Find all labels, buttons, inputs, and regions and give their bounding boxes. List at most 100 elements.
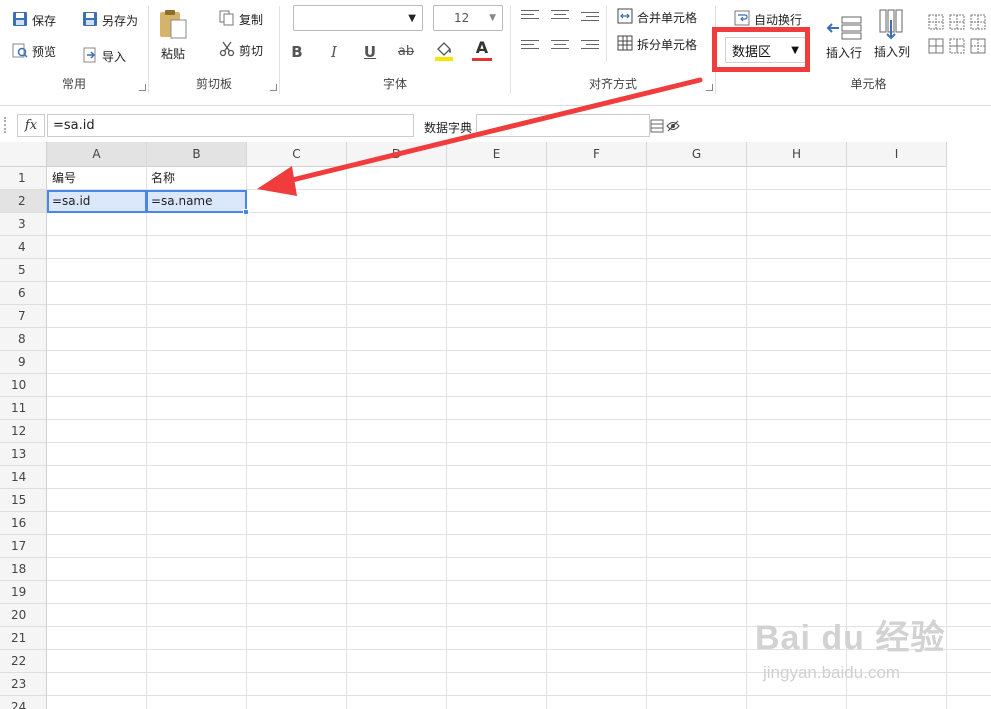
align-top-left-icon[interactable] xyxy=(521,10,539,24)
italic-button[interactable]: I xyxy=(324,43,344,61)
insert-column-button[interactable]: 插入列 xyxy=(874,8,910,60)
save-button[interactable]: 保存 xyxy=(12,11,56,30)
fx-icon[interactable]: fx xyxy=(17,114,45,137)
row-header-7[interactable]: 7 xyxy=(0,305,47,328)
row-header-18[interactable]: 18 xyxy=(0,558,47,581)
strikethrough-button[interactable]: ab xyxy=(396,44,416,59)
split-cells-label: 拆分单元格 xyxy=(637,38,698,52)
row-header-10[interactable]: 10 xyxy=(0,374,47,397)
row-header-8[interactable]: 8 xyxy=(0,328,47,351)
grid-hline xyxy=(47,511,991,512)
align-center-icon[interactable] xyxy=(551,40,569,54)
eye-icon[interactable] xyxy=(666,120,680,135)
column-header-f[interactable]: F xyxy=(547,142,647,167)
row-header-17[interactable]: 17 xyxy=(0,535,47,558)
grid-hline xyxy=(47,695,991,696)
group-align-expand-icon[interactable] xyxy=(706,84,713,91)
align-top-right-icon[interactable] xyxy=(581,12,599,26)
data-dictionary-input[interactable] xyxy=(476,114,650,137)
row-header-24[interactable]: 24 xyxy=(0,696,47,709)
align-left-icon[interactable] xyxy=(521,40,539,54)
row-header-21[interactable]: 21 xyxy=(0,627,47,650)
bold-button[interactable]: B xyxy=(287,43,307,61)
font-color-swatch xyxy=(472,58,492,61)
cell-B1[interactable]: 名称 xyxy=(147,167,246,190)
column-header-i[interactable]: I xyxy=(847,142,947,167)
row-header-1[interactable]: 1 xyxy=(0,167,47,190)
align-right-icon[interactable] xyxy=(581,40,599,54)
list-icon[interactable] xyxy=(650,119,664,136)
grid-vline xyxy=(746,167,747,709)
column-header-a[interactable]: A xyxy=(47,142,147,167)
font-family-select[interactable]: ▼ xyxy=(293,5,423,31)
row-header-9[interactable]: 9 xyxy=(0,351,47,374)
row-header-22[interactable]: 22 xyxy=(0,650,47,673)
grid-vline xyxy=(146,167,147,709)
preview-label: 预览 xyxy=(32,45,57,59)
row-header-14[interactable]: 14 xyxy=(0,466,47,489)
row-header-23[interactable]: 23 xyxy=(0,673,47,696)
watermark-brand: Bai du 经验 xyxy=(755,619,946,657)
preview-icon xyxy=(12,42,28,61)
grip-handle[interactable] xyxy=(4,117,7,133)
paste-button[interactable]: 粘贴 xyxy=(157,8,189,62)
watermark-url: jingyan.baidu.com xyxy=(763,663,901,682)
insert-column-label: 插入列 xyxy=(874,45,911,59)
row-header-4[interactable]: 4 xyxy=(0,236,47,259)
copy-button[interactable]: 复制 xyxy=(219,10,263,29)
font-size-select[interactable]: 12 ▼ xyxy=(433,5,503,31)
group-align: 合并单元格 拆分单元格 对齐方式 xyxy=(511,0,715,100)
grid-vline xyxy=(646,167,647,709)
column-header-h[interactable]: H xyxy=(747,142,847,167)
scissors-icon xyxy=(219,41,235,60)
row-header-2[interactable]: 2 xyxy=(0,190,47,213)
formula-input[interactable]: =sa.id xyxy=(47,114,414,137)
fill-handle[interactable] xyxy=(243,209,249,215)
grid-hline xyxy=(47,396,991,397)
fill-color-button[interactable] xyxy=(434,40,454,66)
cell-A2[interactable]: =sa.id xyxy=(47,190,147,213)
chevron-down-icon: ▼ xyxy=(408,12,416,24)
column-header-b[interactable]: B xyxy=(147,142,247,167)
group-align-label: 对齐方式 xyxy=(588,77,637,91)
insert-row-label: 插入行 xyxy=(826,46,863,60)
row-header-3[interactable]: 3 xyxy=(0,213,47,236)
cut-button[interactable]: 剪切 xyxy=(219,41,263,60)
font-color-button[interactable]: A xyxy=(472,40,492,61)
row-header-12[interactable]: 12 xyxy=(0,420,47,443)
row-header-15[interactable]: 15 xyxy=(0,489,47,512)
merge-cells-icon xyxy=(617,8,633,27)
cell-A1[interactable]: 编号 xyxy=(48,167,146,190)
insert-row-button[interactable]: 插入行 xyxy=(826,11,862,61)
row-header-11[interactable]: 11 xyxy=(0,397,47,420)
align-top-center-icon[interactable] xyxy=(551,10,569,24)
select-all-corner[interactable] xyxy=(0,142,47,167)
grid-vline xyxy=(546,167,547,709)
preview-button[interactable]: 预览 xyxy=(12,42,56,61)
row-header-20[interactable]: 20 xyxy=(0,604,47,627)
row-header-16[interactable]: 16 xyxy=(0,512,47,535)
split-cells-button[interactable]: 拆分单元格 xyxy=(617,35,697,54)
column-header-c[interactable]: C xyxy=(247,142,347,167)
underline-button[interactable]: U xyxy=(360,43,380,61)
column-header-g[interactable]: G xyxy=(647,142,747,167)
paint-bucket-icon xyxy=(434,40,454,66)
save-as-button[interactable]: 另存为 xyxy=(82,11,138,30)
row-header-13[interactable]: 13 xyxy=(0,443,47,466)
font-size-value: 12 xyxy=(454,11,470,25)
import-button[interactable]: 导入 xyxy=(82,47,126,66)
group-clipboard-expand-icon[interactable] xyxy=(270,84,277,91)
column-header-e[interactable]: E xyxy=(447,142,547,167)
column-header-d[interactable]: D xyxy=(347,142,447,167)
copy-icon xyxy=(219,10,235,29)
group-common-expand-icon[interactable] xyxy=(139,84,146,91)
row-header-5[interactable]: 5 xyxy=(0,259,47,282)
row-header-19[interactable]: 19 xyxy=(0,581,47,604)
formula-bar: fx =sa.id 数据字典 xyxy=(0,114,991,138)
merge-cells-button[interactable]: 合并单元格 xyxy=(617,8,697,27)
group-clipboard-label: 剪切板 xyxy=(195,77,232,91)
split-cells-icon xyxy=(617,35,633,54)
grid-hline xyxy=(47,557,991,558)
cell-B2[interactable]: =sa.name xyxy=(146,190,247,213)
row-header-6[interactable]: 6 xyxy=(0,282,47,305)
